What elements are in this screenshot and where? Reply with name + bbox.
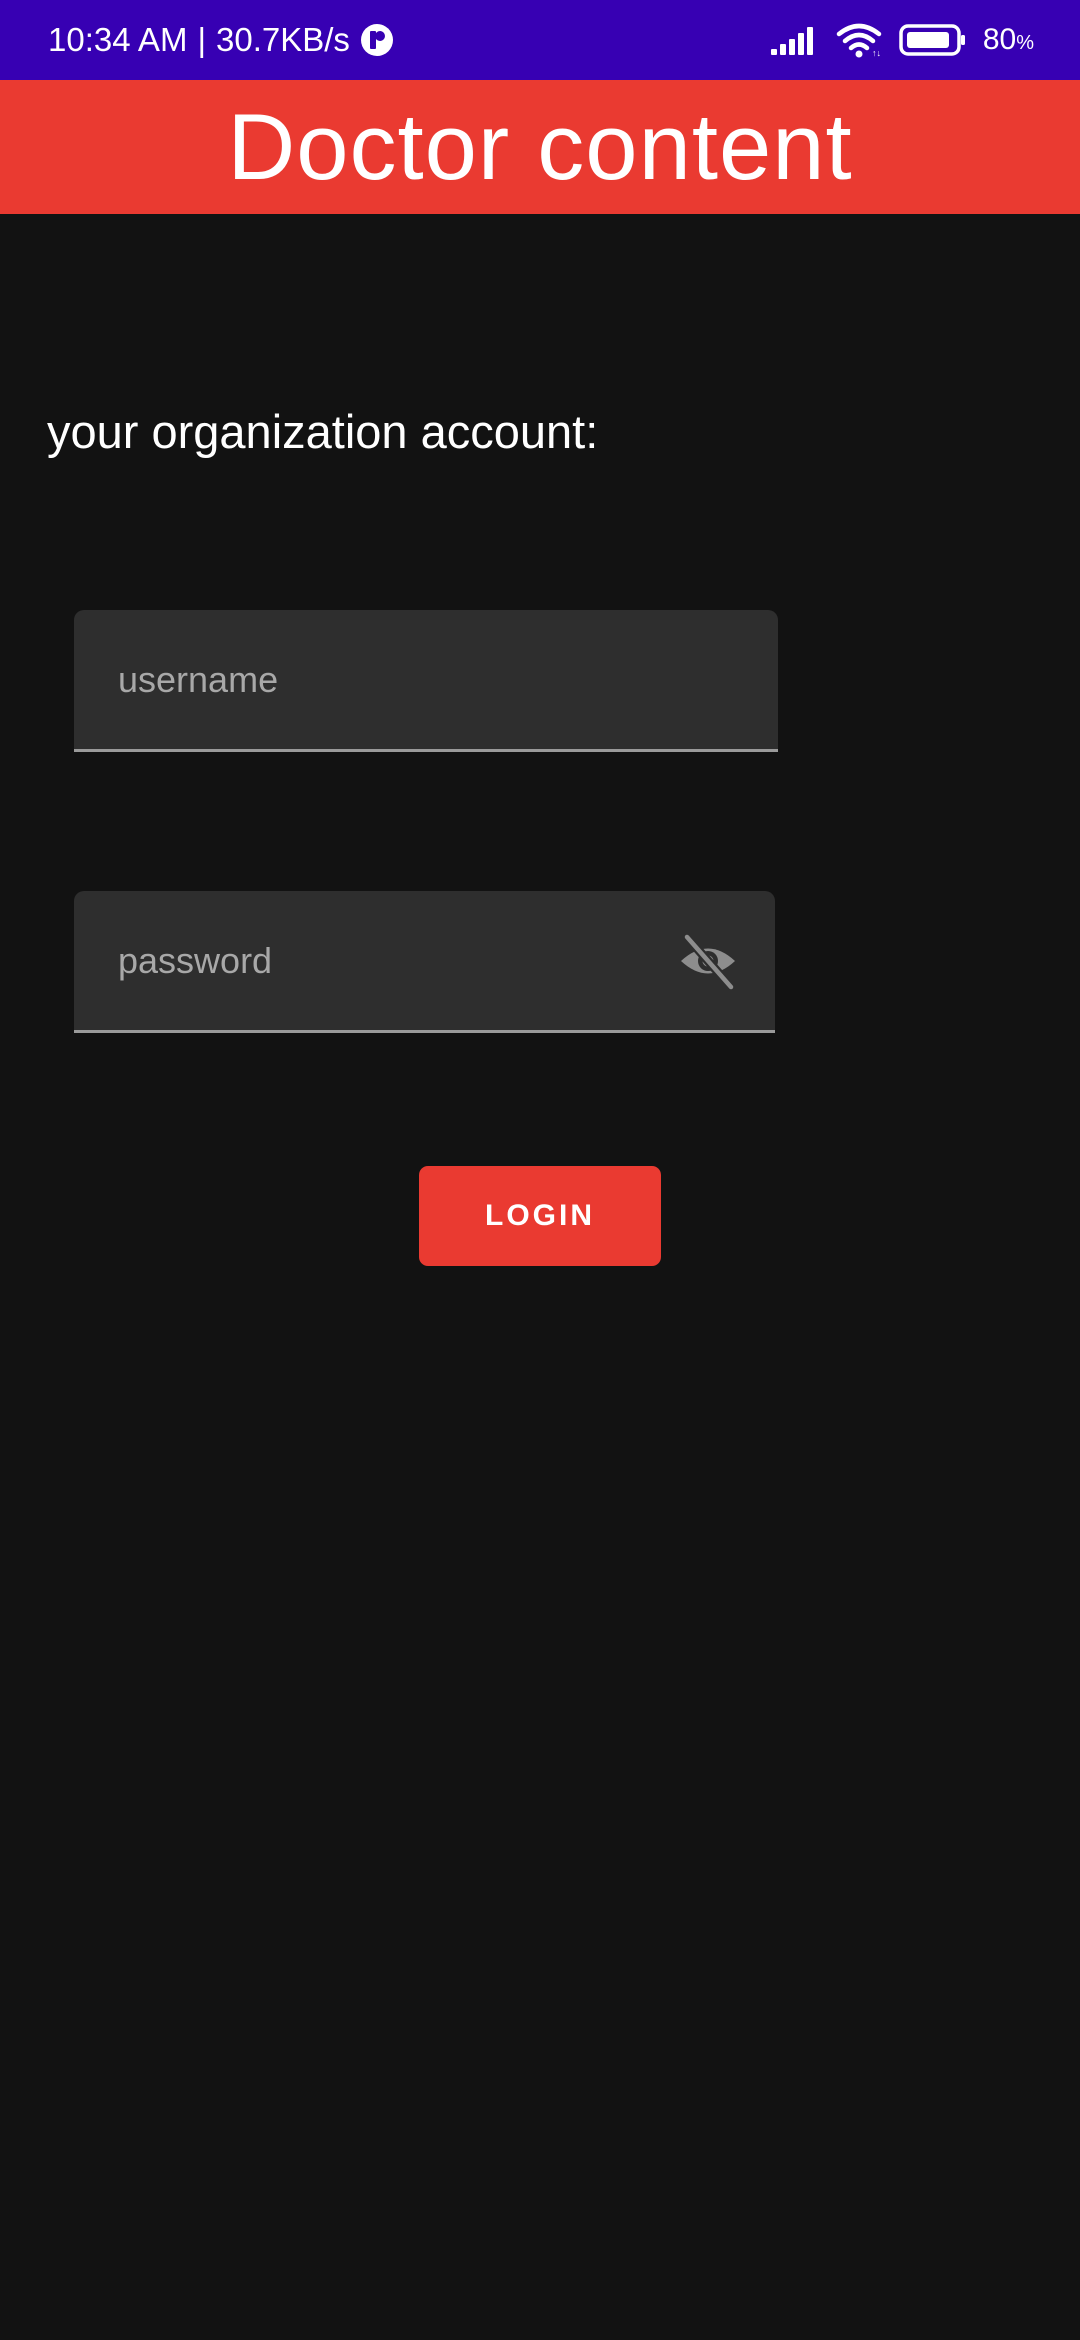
username-input[interactable] bbox=[74, 610, 778, 749]
password-input[interactable] bbox=[74, 891, 775, 1030]
battery-unit: % bbox=[1016, 32, 1034, 54]
battery-text: 80% bbox=[983, 23, 1034, 57]
status-left: 10:34 AM | 30.7KB/s bbox=[48, 21, 394, 59]
app-bar: Doctor content bbox=[0, 80, 1080, 214]
signal-icon bbox=[770, 25, 819, 55]
app-title: Doctor content bbox=[227, 94, 853, 199]
battery-icon bbox=[899, 24, 967, 56]
battery-level: 80 bbox=[982, 23, 1017, 56]
username-field-container[interactable] bbox=[74, 610, 778, 752]
login-button[interactable]: LOGIN bbox=[419, 1166, 661, 1266]
status-time: 10:34 AM bbox=[48, 21, 188, 58]
status-network-speed: 30.7KB/s bbox=[216, 21, 350, 58]
account-prompt: your organization account: bbox=[47, 405, 599, 458]
app-notification-icon bbox=[360, 23, 394, 57]
password-field-container[interactable] bbox=[74, 891, 775, 1033]
status-bar: 10:34 AM | 30.7KB/s ↑↓ 80% bbox=[0, 0, 1080, 80]
status-right: ↑↓ 80% bbox=[770, 22, 1034, 58]
svg-text:↑↓: ↑↓ bbox=[872, 48, 881, 58]
eye-off-icon[interactable] bbox=[677, 930, 739, 992]
status-separator: | bbox=[197, 21, 207, 58]
wifi-icon: ↑↓ bbox=[835, 22, 883, 58]
